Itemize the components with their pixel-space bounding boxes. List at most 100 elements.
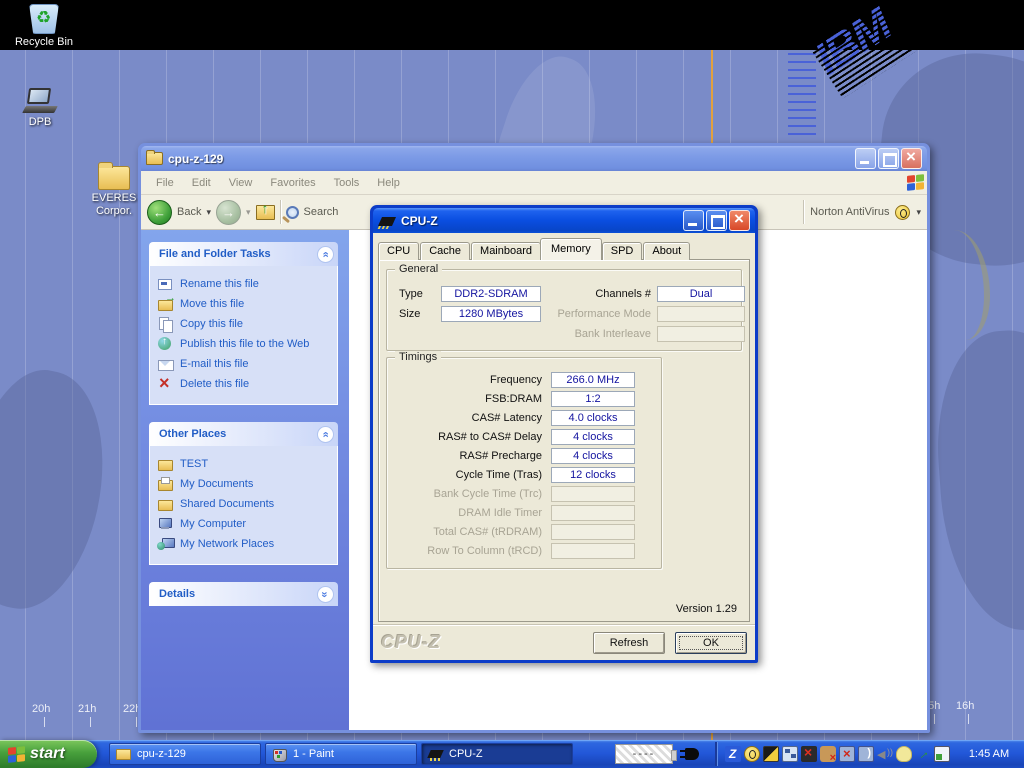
minimize-button[interactable] (683, 210, 704, 231)
power-meter-icon[interactable] (763, 746, 779, 762)
tab-spd[interactable]: SPD (602, 242, 643, 260)
taskbar-button-label: 1 - Paint (293, 748, 334, 760)
task-link[interactable]: Move this file (158, 294, 333, 314)
chip-icon (428, 748, 444, 761)
menu-item-tools[interactable]: Tools (325, 177, 369, 189)
explorer-window-title: cpu-z-129 (168, 152, 850, 166)
panel-body: TEST My Documents Shared DocumentsMy Compu… (149, 446, 338, 565)
tab-memory[interactable]: Memory (540, 238, 602, 260)
value-field: 1:2 (551, 391, 635, 407)
tab-mainboard[interactable]: Mainboard (471, 242, 541, 260)
update-arrow-icon[interactable] (915, 746, 931, 762)
desktop-icon-recycle-bin[interactable]: Recycle Bin (8, 4, 80, 49)
close-button[interactable] (729, 210, 750, 231)
dialer-icon[interactable] (725, 746, 741, 762)
refresh-button[interactable]: Refresh (593, 632, 665, 654)
taskbar-button-1-paint[interactable]: 1 - Paint (265, 743, 417, 765)
wireless-icon[interactable] (858, 746, 874, 762)
menu-item-favorites[interactable]: Favorites (261, 177, 324, 189)
field-row: RAS# to CAS# Delay4 clocks (391, 429, 635, 445)
desktop-icon-dpb[interactable]: DPB (4, 88, 76, 129)
norton-tray-icon[interactable] (744, 746, 760, 762)
field-row: CAS# Latency4.0 clocks (391, 410, 635, 426)
panel-title: Other Places (159, 428, 317, 440)
task-link[interactable]: E-mail this file (158, 354, 333, 374)
back-dropdown-caret[interactable]: ▾ (206, 207, 211, 218)
panel-header[interactable]: Details (149, 582, 338, 606)
menu-item-view[interactable]: View (220, 177, 262, 189)
minimize-button[interactable] (855, 148, 876, 169)
menu-item-help[interactable]: Help (368, 177, 409, 189)
ok-button[interactable]: OK (675, 632, 747, 654)
chevron-up-icon[interactable] (317, 246, 334, 263)
task-link[interactable]: Shared Documents (158, 494, 333, 514)
close-button[interactable] (901, 148, 922, 169)
task-link-label: My Documents (180, 478, 253, 490)
panel-header[interactable]: File and Folder Tasks (149, 242, 338, 266)
volume-icon[interactable] (877, 746, 893, 762)
mydocs-icon (158, 477, 174, 491)
lan-icon[interactable] (782, 746, 798, 762)
tv-mute-icon[interactable] (801, 746, 817, 762)
tab-strip: CPUCacheMainboardMemorySPDAbout (378, 238, 750, 260)
back-button-label[interactable]: Back (177, 206, 201, 218)
cpuz-chip-icon (378, 217, 396, 226)
task-link[interactable]: My Computer (158, 514, 333, 534)
value-field: 4 clocks (551, 429, 635, 445)
task-link[interactable]: TEST (158, 454, 333, 474)
menu-item-edit[interactable]: Edit (183, 177, 220, 189)
chevron-down-icon[interactable] (317, 586, 334, 603)
field-label: Performance Mode (539, 308, 657, 320)
task-link[interactable]: Delete this file (158, 374, 333, 394)
windows-logo-icon (8, 746, 25, 763)
norton-antivirus-icon[interactable] (895, 205, 910, 220)
version-label: Version 1.29 (676, 603, 737, 615)
taskbar-button-cpu-z[interactable]: CPU-Z (421, 743, 573, 765)
task-panel: Details (149, 582, 338, 606)
norton-antivirus-label[interactable]: Norton AntiVirus (810, 206, 889, 218)
task-link[interactable]: My Documents (158, 474, 333, 494)
field-row: Cycle Time (Tras)12 clocks (391, 467, 635, 483)
panel-header[interactable]: Other Places (149, 422, 338, 446)
value-field (657, 326, 745, 342)
netplaces-icon (158, 537, 174, 551)
tab-cpu[interactable]: CPU (378, 242, 419, 260)
tab-cache[interactable]: Cache (420, 242, 470, 260)
task-link-label: TEST (180, 458, 208, 470)
desktop-icon-everes[interactable]: EVERES Corpor. (84, 166, 144, 218)
shared-display-icon[interactable] (934, 746, 950, 762)
norton-dropdown-caret[interactable]: ▾ (916, 207, 921, 218)
search-button-label[interactable]: Search (304, 206, 339, 218)
computer-icon (158, 517, 174, 531)
search-icon[interactable] (286, 206, 299, 219)
chevron-up-icon[interactable] (317, 426, 334, 443)
maximize-button[interactable] (706, 210, 727, 231)
field-label: Size (397, 308, 441, 320)
maximize-button[interactable] (878, 148, 899, 169)
forward-button-icon[interactable]: → (216, 200, 241, 225)
field-row: RAS# Precharge4 clocks (391, 448, 635, 464)
task-link[interactable]: Rename this file (158, 274, 333, 294)
cpuz-titlebar[interactable]: CPU-Z (373, 208, 755, 233)
task-link[interactable]: My Network Places (158, 534, 333, 554)
tab-about[interactable]: About (643, 242, 690, 260)
menu-item-file[interactable]: File (147, 177, 183, 189)
up-folder-button[interactable] (256, 205, 275, 220)
wallpaper-stripe-pattern (788, 53, 816, 137)
ghost-icon[interactable] (896, 746, 912, 762)
ac-power-plug-icon[interactable] (685, 748, 699, 760)
panel-title: Details (159, 588, 317, 600)
back-button-icon[interactable]: ← (147, 200, 172, 225)
task-link[interactable]: Publish this file to the Web (158, 334, 333, 354)
explorer-titlebar[interactable]: cpu-z-129 (141, 146, 927, 171)
value-field: 4.0 clocks (551, 410, 635, 426)
offline-users-icon[interactable] (820, 746, 836, 762)
panel-title: File and Folder Tasks (159, 248, 317, 260)
tray-clock[interactable]: 1:45 AM (960, 748, 1018, 760)
task-link-label: Move this file (180, 298, 244, 310)
taskbar-button-cpu-z-129[interactable]: cpu-z-129 (109, 743, 261, 765)
start-button[interactable]: start (0, 740, 97, 768)
battery-meter[interactable]: ---- (615, 744, 673, 764)
display-error-icon[interactable] (839, 746, 855, 762)
task-link[interactable]: Copy this file (158, 314, 333, 334)
